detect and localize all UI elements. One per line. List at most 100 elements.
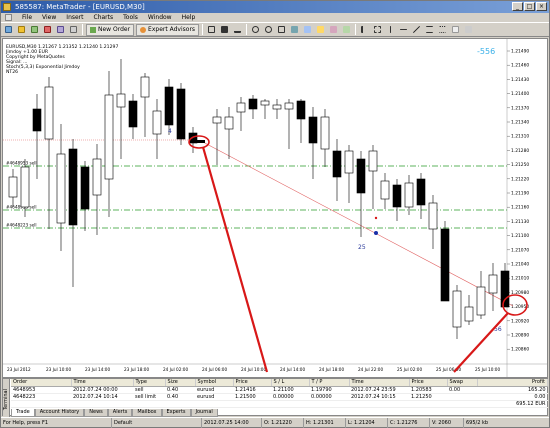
tab-trade[interactable]: Trade — [11, 409, 35, 417]
cell-profit: 0.00 — [477, 393, 548, 401]
new-order-button[interactable]: New Order — [86, 23, 135, 36]
tab-alerts[interactable]: Alerts — [107, 409, 133, 417]
terminal-sidebar: Terminal — [3, 379, 10, 417]
tab-mailbox[interactable]: Mailbox — [132, 409, 162, 417]
menu-file[interactable]: File — [22, 13, 32, 22]
menu-help[interactable]: Help — [182, 13, 196, 22]
templates-button[interactable] — [341, 24, 352, 35]
terminal-button[interactable] — [55, 24, 66, 35]
candlestick — [152, 99, 162, 159]
order-marker[interactable] — [195, 140, 205, 143]
col-current-price[interactable]: Price — [409, 379, 448, 387]
navigator-button[interactable] — [42, 24, 53, 35]
chart-window[interactable]: 1.21490 1.21460 1.21430 1.21400 1.21370 1.213… — [2, 38, 548, 378]
indicators-button[interactable] — [315, 24, 326, 35]
candlestick — [224, 107, 234, 159]
channel-button[interactable] — [424, 24, 435, 35]
maximize-button[interactable]: □ — [524, 2, 535, 11]
candle-chart-button[interactable] — [219, 24, 230, 35]
stop-marker-red — [374, 216, 378, 220]
new-chart-button[interactable] — [3, 24, 14, 35]
text-button[interactable] — [450, 24, 461, 35]
bar-chart-button[interactable] — [206, 24, 217, 35]
market-watch-button[interactable] — [29, 24, 40, 35]
tab-journal[interactable]: Journal — [190, 409, 218, 417]
chart-shift-button[interactable] — [302, 24, 313, 35]
window-title: 585587: MetaTrader - [EURUSD,M30] — [15, 3, 145, 11]
menu-tools[interactable]: Tools — [123, 13, 138, 22]
order-level-label: #4648953 sell — [6, 161, 37, 166]
date-tick-label: 23 Jul 2012 — [7, 367, 31, 372]
market-watch-icon — [31, 26, 38, 33]
menu-charts[interactable]: Charts — [94, 13, 114, 22]
col-type[interactable]: Type — [133, 379, 166, 387]
expert-advisors-button[interactable]: Expert Advisors — [136, 23, 200, 36]
menu-view[interactable]: View — [42, 13, 56, 22]
col-profit[interactable]: Profit — [477, 379, 548, 387]
status-open: O: 1.21220 — [261, 418, 303, 428]
col-tp[interactable]: T / P — [309, 379, 350, 387]
cell-close-time: 2012.07.24 10:15 — [349, 393, 409, 401]
close-button[interactable]: × — [536, 2, 547, 11]
col-open-time[interactable]: Time — [71, 379, 134, 387]
col-order[interactable]: Order — [11, 379, 72, 387]
trendline-icon — [413, 26, 421, 33]
col-swap[interactable]: Swap — [447, 379, 478, 387]
menu-insert[interactable]: Insert — [66, 13, 83, 22]
price-tick-label: 1.21400 — [511, 91, 529, 97]
date-tick-label: 25 Jul 10:00 — [475, 367, 500, 372]
orders-table: Order Time Type Size Symbol Price S / L … — [11, 379, 548, 408]
line-chart-button[interactable] — [232, 24, 243, 35]
price-chart[interactable]: 1.21490 1.21460 1.21430 1.21400 1.21370 1.213… — [3, 39, 547, 377]
profit-corner-value: -556 — [477, 47, 495, 56]
horizontal-line-button[interactable] — [398, 24, 409, 35]
price-tick-label: 1.21250 — [511, 162, 529, 168]
col-sl[interactable]: S / L — [271, 379, 310, 387]
trendline-button[interactable] — [411, 24, 422, 35]
arrow-button[interactable] — [463, 24, 474, 35]
status-profile: Default — [111, 418, 201, 428]
new-order-label: New Order — [98, 26, 131, 33]
periods-button[interactable] — [328, 24, 339, 35]
price-tick-label: 1.21010 — [511, 276, 529, 282]
navigator-icon — [44, 26, 51, 33]
order-row[interactable]: 4648223 2012.07.24 10:14 sell limit 0.40… — [11, 393, 548, 401]
zoom-in-button[interactable] — [250, 24, 261, 35]
tile-windows-button[interactable] — [276, 24, 287, 35]
tab-account-history[interactable]: Account History — [34, 409, 85, 417]
cursor-icon — [361, 26, 368, 33]
menu-window[interactable]: Window — [148, 13, 172, 22]
cell-tp: 1.19790 — [309, 386, 349, 394]
candlestick — [488, 263, 498, 311]
zoom-out-button[interactable] — [263, 24, 274, 35]
minimize-button[interactable]: _ — [512, 2, 523, 11]
profiles-button[interactable] — [16, 24, 27, 35]
arrow-icon — [465, 26, 473, 33]
tab-experts[interactable]: Experts — [161, 409, 191, 417]
fibonacci-button[interactable] — [437, 24, 448, 35]
tile-icon — [278, 26, 286, 33]
candlestick — [272, 99, 282, 119]
status-bar: For Help, press F1 Default 2012.07.25 14… — [1, 417, 549, 428]
autoscroll-button[interactable] — [289, 24, 300, 35]
candlestick — [392, 179, 402, 221]
cursor-button[interactable] — [359, 24, 370, 35]
cell-price: 1.21500 — [233, 393, 271, 401]
candlestick — [92, 144, 102, 235]
col-symbol[interactable]: Symbol — [195, 379, 234, 387]
cell-swap — [447, 393, 477, 401]
col-open-price[interactable]: Price — [233, 379, 272, 387]
status-high: H: 1.21301 — [303, 418, 345, 428]
cell-order: 4648953 — [11, 386, 71, 394]
tab-news[interactable]: News — [84, 409, 108, 417]
vertical-line-button[interactable] — [385, 24, 396, 35]
terminal-tabs: Trade Account History News Alerts Mailbo… — [11, 409, 218, 417]
col-close-time[interactable]: Time — [349, 379, 410, 387]
tester-button[interactable] — [68, 24, 79, 35]
price-tick-label: 1.21220 — [511, 176, 529, 182]
cell-order: 4648223 — [11, 393, 71, 401]
order-row[interactable]: 4648953 2012.07.24 00:00 sell 0.40 eurus… — [11, 386, 548, 394]
total-row: 695.12 EUR — [11, 400, 548, 408]
col-size[interactable]: Size — [165, 379, 196, 387]
crosshair-button[interactable] — [372, 24, 383, 35]
